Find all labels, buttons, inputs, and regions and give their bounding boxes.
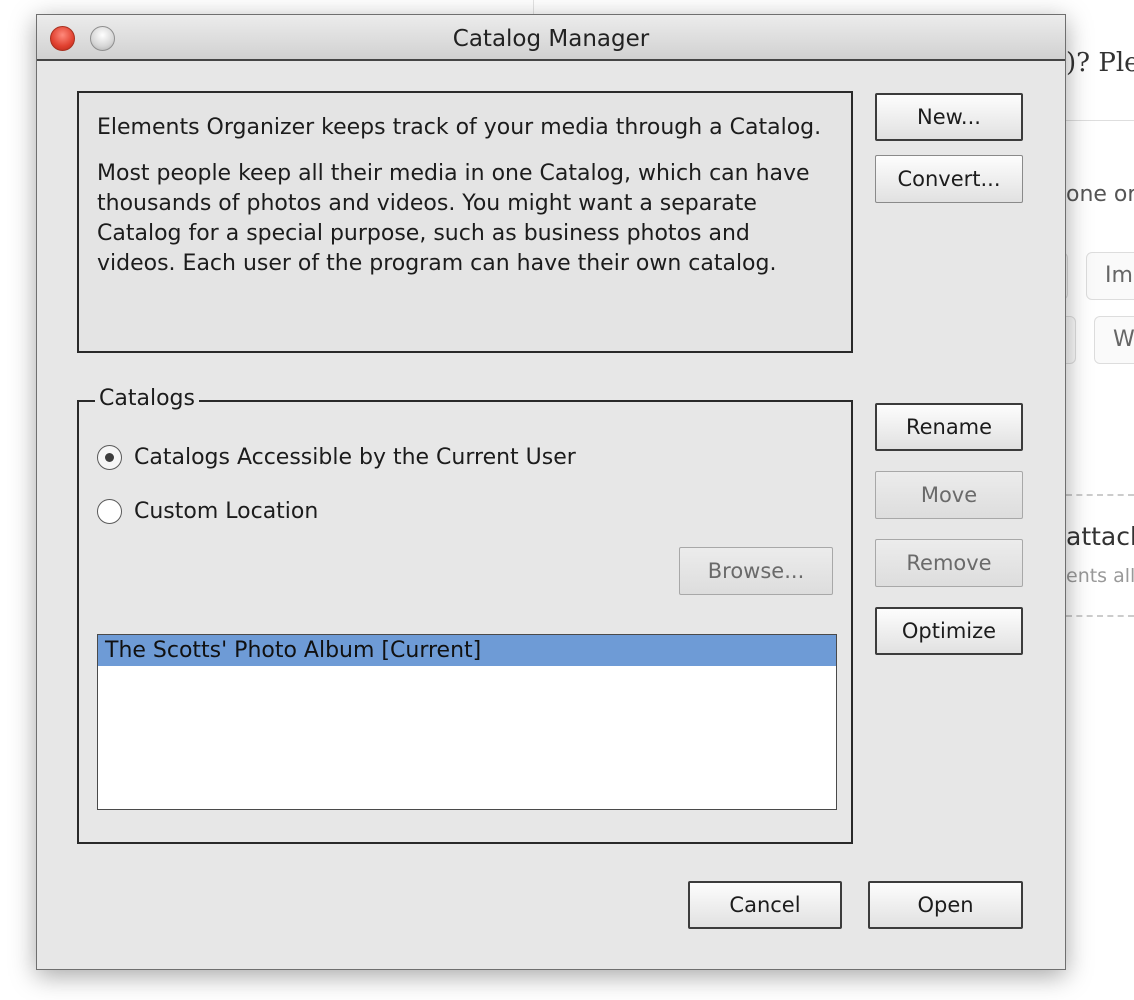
rename-button[interactable]: Rename xyxy=(875,403,1023,451)
dialog-content: Elements Organizer keeps track of your m… xyxy=(37,61,1065,969)
optimize-button[interactable]: Optimize xyxy=(875,607,1023,655)
background-import-button: Imp xyxy=(1086,252,1134,300)
move-button[interactable]: Move xyxy=(875,471,1023,519)
info-box: Elements Organizer keeps track of your m… xyxy=(77,91,853,353)
info-paragraph-2: Most people keep all their media in one … xyxy=(97,161,810,276)
catalog-list[interactable]: The Scotts' Photo Album [Current] xyxy=(97,634,837,810)
new-button[interactable]: New... xyxy=(875,93,1023,141)
background-attach-text: attach xyxy=(1066,522,1134,551)
radio-custom-location[interactable]: Custom Location xyxy=(97,496,318,526)
remove-button[interactable]: Remove xyxy=(875,539,1023,587)
browse-button[interactable]: Browse... xyxy=(679,547,833,595)
radio-current-user-label[interactable]: Catalogs Accessible by the Current User xyxy=(134,445,576,470)
background-rule xyxy=(1066,120,1134,121)
background-hint-text: ents all xyxy=(1066,565,1134,587)
open-button[interactable]: Open xyxy=(868,881,1023,929)
background-question-text: )? Ple xyxy=(1066,48,1134,78)
background-text: one or xyxy=(1066,182,1134,207)
catalog-list-item[interactable]: The Scotts' Photo Album [Current] xyxy=(98,635,836,666)
background-dashed-rule-2 xyxy=(1066,615,1134,617)
catalogs-legend: Catalogs xyxy=(95,384,199,414)
radio-current-user[interactable]: Catalogs Accessible by the Current User xyxy=(97,442,576,472)
background-w-button: W xyxy=(1094,316,1134,364)
cancel-button[interactable]: Cancel xyxy=(688,881,842,929)
catalog-manager-dialog: Catalog Manager Elements Organizer keeps… xyxy=(36,14,1066,970)
info-paragraph-1: Elements Organizer keeps track of your m… xyxy=(97,115,822,140)
radio-custom-location-indicator[interactable] xyxy=(97,498,122,524)
background-dashed-rule xyxy=(1066,494,1134,496)
window-title: Catalog Manager xyxy=(452,26,650,52)
radio-current-user-indicator[interactable] xyxy=(97,444,122,470)
title-bar[interactable]: Catalog Manager xyxy=(37,15,1065,61)
convert-button[interactable]: Convert... xyxy=(875,155,1023,203)
catalogs-group: Catalogs Catalogs Accessible by the Curr… xyxy=(77,384,853,844)
radio-custom-location-label[interactable]: Custom Location xyxy=(134,499,318,524)
background-divider xyxy=(533,0,534,14)
